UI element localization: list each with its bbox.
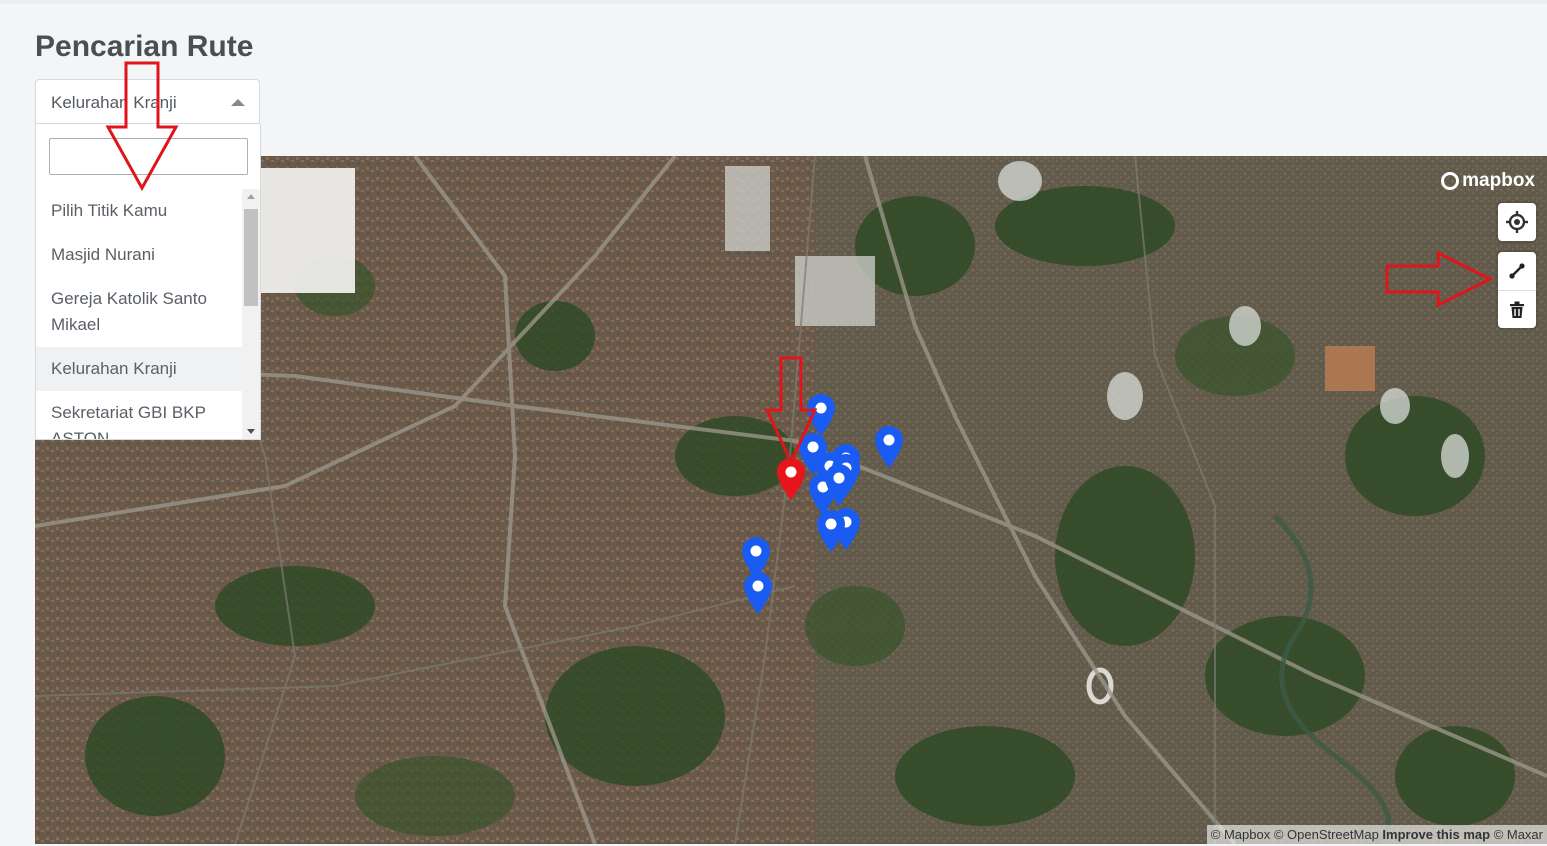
location-select[interactable]: Kelurahan Kranji: [35, 79, 260, 124]
mapbox-logo-text: mapbox: [1462, 170, 1535, 191]
draw-line-icon: [1509, 263, 1525, 279]
dropdown-scrollbar[interactable]: [242, 189, 260, 439]
top-bar: [0, 0, 1547, 4]
geolocate-button[interactable]: [1498, 203, 1536, 241]
page-title: Pencarian Rute: [35, 30, 254, 63]
map-pin-icon: [777, 458, 805, 500]
trash-button[interactable]: [1498, 290, 1536, 328]
geolocate-icon: [1506, 211, 1528, 233]
draw-control: [1498, 252, 1536, 328]
option-sekretariat-gbi[interactable]: Sekretariat GBI BKP ASTON: [36, 391, 242, 439]
mapbox-logo-icon: [1441, 172, 1460, 190]
selected-location: Kelurahan Kranji: [51, 93, 177, 112]
option-gereja-santo-mikael[interactable]: Gereja Katolik Santo Mikael: [36, 277, 242, 347]
scroll-down-icon[interactable]: [247, 429, 255, 434]
option-list: Pilih Titik Kamu Masjid Nurani Gereja Ka…: [36, 189, 242, 439]
location-dropdown: Pilih Titik Kamu Masjid Nurani Gereja Ka…: [35, 124, 261, 440]
geolocate-control: [1498, 203, 1536, 241]
attribution-mapbox[interactable]: © Mapbox: [1211, 827, 1270, 842]
scroll-thumb[interactable]: [244, 209, 258, 306]
trash-icon: [1510, 301, 1524, 318]
caret-up-icon: [231, 99, 245, 106]
selected-location-marker[interactable]: [774, 456, 808, 502]
attribution-improve-link[interactable]: Improve this map: [1382, 827, 1490, 842]
location-marker[interactable]: [872, 424, 906, 470]
option-pilih-titik[interactable]: Pilih Titik Kamu: [36, 189, 242, 233]
map-pin-icon: [744, 572, 772, 614]
attribution-maxar[interactable]: © Maxar: [1494, 827, 1543, 842]
mapbox-logo: mapbox: [1441, 170, 1535, 192]
map-pin-icon: [817, 510, 845, 552]
option-kelurahan-kranji[interactable]: Kelurahan Kranji: [36, 347, 242, 391]
map-pin-icon: [875, 426, 903, 468]
map[interactable]: mapbox © Mapbox © OpenStreetMap Improve …: [35, 156, 1547, 844]
map-attribution: © Mapbox © OpenStreetMap Improve this ma…: [1206, 825, 1547, 844]
map-overlay-panel: [260, 168, 355, 293]
location-marker[interactable]: [741, 570, 775, 616]
option-masjid-nurani[interactable]: Masjid Nurani: [36, 233, 242, 277]
map-pin-icon: [825, 464, 853, 506]
dropdown-search-input[interactable]: [49, 138, 248, 175]
location-marker[interactable]: [814, 508, 848, 554]
attribution-osm[interactable]: © OpenStreetMap: [1274, 827, 1379, 842]
draw-line-button[interactable]: [1498, 252, 1536, 290]
location-marker[interactable]: [822, 462, 856, 508]
scroll-up-icon[interactable]: [247, 194, 255, 199]
